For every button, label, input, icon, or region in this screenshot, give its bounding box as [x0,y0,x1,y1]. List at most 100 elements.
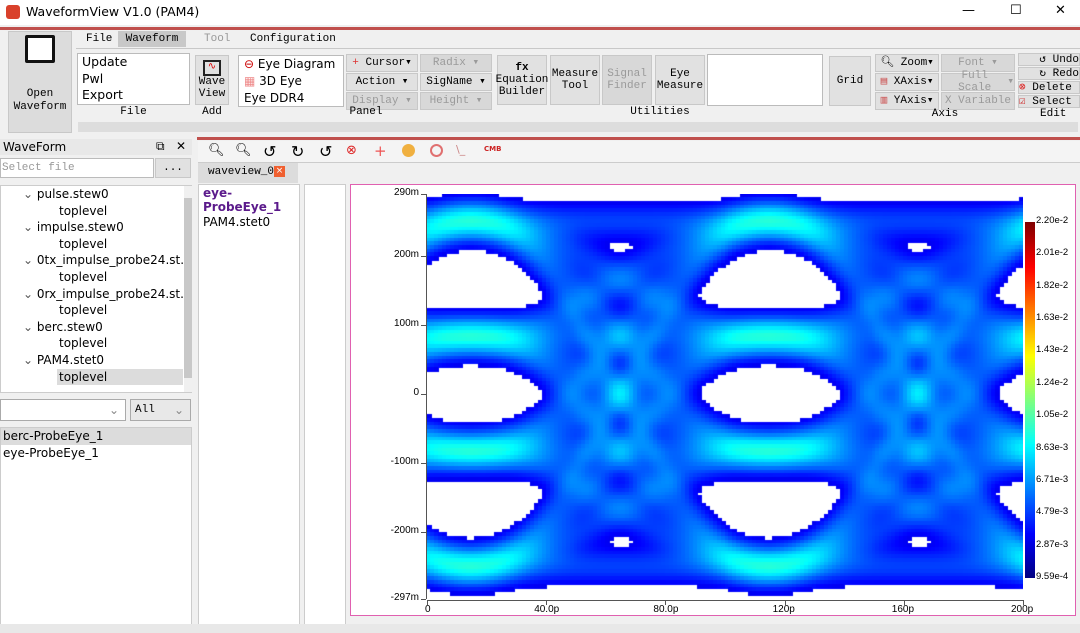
file-tree[interactable]: ⌄ pulse.stew0 toplevel ⌄ impulse.stew0 topl… [0,185,192,393]
curve-icon[interactable]: \_ [456,143,465,156]
cmb-icon[interactable]: CMB [484,145,501,153]
tree-leaf[interactable]: toplevel [1,302,191,319]
ribbon-scrollbar[interactable] [78,122,1078,132]
action-dropdown[interactable]: Action ▾ [346,73,418,91]
app-logo-icon [6,5,20,19]
marker-icon[interactable] [402,144,415,157]
tree-node[interactable]: ⌄ 0rx_impulse_probe24.st... [1,286,192,303]
browse-button[interactable]: ... [155,158,191,178]
signal-list-item[interactable]: berc-ProbeEye_1 [1,428,191,445]
undo-button[interactable]: ↺ Undo [1018,53,1080,66]
tree-node[interactable]: ⌄ impulse.stew0 [1,219,191,236]
delete-icon: ⊗ [1019,81,1026,94]
tree-node[interactable]: ⌄ 0tx_impulse_probe24.st... [1,252,192,269]
signal-finder-button[interactable]: Signal Finder [602,55,652,105]
select-button[interactable]: ☑ Select [1018,95,1080,108]
select-file-input[interactable]: Select file [0,158,154,178]
tree-leaf[interactable]: toplevel [1,236,191,253]
maximize-button[interactable]: ☐ [1010,3,1022,18]
y-tick-mark [421,256,426,258]
tree-leaf[interactable]: toplevel [1,203,191,220]
xaxis-dropdown[interactable]: ▤ XAxis ▾ [875,73,939,91]
measure-tool-button[interactable]: Measure Tool [550,55,600,105]
zoom-dropdown[interactable]: 🔍︎ Zoom ▾ [875,54,939,72]
file-list-item[interactable]: Export [82,87,189,104]
chevron-down-icon: ⌄ [173,403,184,417]
y-tick-mark [421,532,426,534]
signal-list[interactable]: berc-ProbeEye_1 eye-ProbeEye_1 [0,427,192,633]
tab-waveform[interactable]: Waveform [118,31,186,47]
tab-waveview[interactable]: waveview_0 × [198,163,298,183]
chevron-down-icon[interactable]: ⌄ [23,320,33,334]
zoom-out-icon[interactable]: 🔍︎ [208,143,225,158]
open-waveform-button[interactable]: Open Waveform [8,31,72,133]
eye-measure-button[interactable]: Eye Measure [655,55,705,105]
reset-icon[interactable]: ↺ [319,142,332,161]
waveform-panel-header: WaveForm ⧉ ✕ [0,139,192,155]
file-list[interactable]: Update Pwl Export [77,53,190,105]
tab-file[interactable]: File [86,33,112,45]
signame-dropdown[interactable]: SigName ▾ [420,73,492,91]
tree-node[interactable]: ⌄ berc.stew0 [1,319,191,336]
zoom-in-icon[interactable]: 🔍︎ [235,143,252,158]
undo-icon[interactable]: ↺ [263,142,276,161]
chevron-down-icon[interactable]: ⌄ [23,253,33,267]
x-tick-label: 80.0p [653,604,679,615]
minimize-button[interactable]: — [962,3,975,18]
panel-list-item[interactable]: ⊖ Eye Diagram [244,56,343,73]
group-label-axis: Axis [931,108,959,120]
tree-leaf[interactable]: toplevel [1,269,191,286]
panel-list[interactable]: ⊖ Eye Diagram ▦ 3D Eye Eye DDR4 [238,55,344,107]
filter-dropdown[interactable]: ⌄ [0,399,126,421]
delete-icon[interactable]: ⊗ [346,143,357,158]
tree-scrollbar[interactable] [184,186,192,392]
delete-button[interactable]: ⊗ Delete [1018,81,1080,94]
eye-mask-icon[interactable] [430,144,443,157]
filter-all-dropdown[interactable]: All ⌄ [130,399,191,421]
close-panel-icon[interactable]: ✕ [176,139,186,153]
y-tick-mark [421,463,426,465]
window-title: WaveformView V1.0 (PAM4) [26,4,200,19]
redo-button[interactable]: ↻ Redo [1018,67,1080,80]
panel-list-item[interactable]: ▦ 3D Eye [244,73,343,90]
group-label-add: Add [202,106,222,118]
cursor-icon[interactable]: + [374,142,387,160]
y-tick-mark [421,194,426,195]
signal-file: PAM4.stet0 [203,215,271,229]
panel-list-item[interactable]: Eye DDR4 [244,90,343,107]
group-label-utilities: Utilities [630,106,690,118]
grid-button[interactable]: Grid [829,56,871,106]
tree-leaf[interactable]: toplevel [1,335,191,352]
file-icon [25,35,55,63]
float-icon[interactable]: ⧉ [156,139,165,154]
radix-dropdown[interactable]: Radix ▾ [420,54,492,72]
equation-builder-button[interactable]: fx Equation Builder [496,55,548,105]
redo-icon: ↻ [1039,67,1046,80]
file-list-item[interactable]: Pwl [82,71,189,88]
signal-list-item[interactable]: eye-ProbeEye_1 [1,445,191,462]
x-tick-label: 120p [772,604,795,615]
tree-node[interactable]: ⌄ PAM4.stet0 [1,352,191,369]
tree-node[interactable]: ⌄ pulse.stew0 [1,186,191,203]
full-scale-dropdown[interactable]: Full Scale ▾ [941,70,1015,94]
tab-tool[interactable]: Tool [204,33,230,45]
signal-name[interactable]: eye-ProbeEye_1 [199,185,299,215]
close-button[interactable]: ✕ [1055,3,1066,18]
redo-icon[interactable]: ↻ [291,142,304,161]
x-tick-label: 0 [425,604,431,615]
bottom-scrollbar[interactable] [0,624,1080,633]
chevron-down-icon[interactable]: ⌄ [23,353,33,367]
eye-heatmap[interactable] [427,194,1023,599]
crosshair-icon: + [352,57,366,69]
cursor-dropdown[interactable]: + Cursor ▾ [346,54,418,72]
chevron-down-icon[interactable]: ⌄ [23,220,33,234]
tab-configuration[interactable]: Configuration [250,33,336,45]
chevron-down-icon[interactable]: ⌄ [23,187,33,201]
tree-leaf[interactable]: toplevel [57,368,183,386]
view-toolbar: 🔍︎ 🔍︎ ↺ ↻ ↺ ⊗ + \_ CMB [198,141,1080,163]
wave-view-button[interactable]: ∿ Wave View [195,55,229,105]
close-tab-icon[interactable]: × [274,166,285,177]
chevron-down-icon[interactable]: ⌄ [23,287,33,301]
file-list-item[interactable]: Update [82,54,189,71]
height-dropdown[interactable]: Height ▾ [420,92,492,110]
